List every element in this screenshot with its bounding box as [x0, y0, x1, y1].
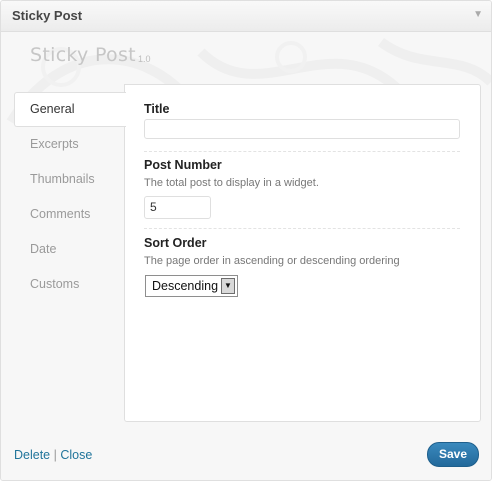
widget-box: Sticky Post ▼ Sticky Post 1.0 General Ex… — [0, 0, 492, 481]
plugin-heading: Sticky Post — [30, 44, 136, 66]
general-settings-panel: Title Post Number The total post to disp… — [124, 84, 481, 422]
divider — [144, 228, 460, 229]
link-separator: | — [53, 448, 57, 462]
save-button[interactable]: Save — [427, 442, 479, 467]
tab-comments[interactable]: Comments — [14, 197, 126, 232]
sort-order-label: Sort Order — [144, 236, 207, 250]
sort-order-select[interactable]: Descending ▼ — [145, 275, 238, 297]
plugin-version: 1.0 — [138, 54, 151, 64]
tab-general[interactable]: General — [14, 92, 126, 127]
settings-tabs: General Excerpts Thumbnails Comments Dat… — [14, 92, 126, 302]
post-number-input[interactable]: 5 — [144, 196, 211, 219]
tab-date[interactable]: Date — [14, 232, 126, 267]
widget-control-actions: Delete | Close — [14, 448, 92, 462]
sort-order-description: The page order in ascending or descendin… — [144, 255, 400, 267]
post-number-description: The total post to display in a widget. — [144, 177, 319, 189]
divider — [144, 151, 460, 152]
tab-thumbnails[interactable]: Thumbnails — [14, 162, 126, 197]
tab-customs[interactable]: Customs — [14, 267, 126, 302]
title-input[interactable] — [144, 119, 460, 139]
widget-content: Sticky Post 1.0 General Excerpts Thumbna… — [1, 32, 491, 480]
post-number-label: Post Number — [144, 158, 222, 172]
triangle-down-icon[interactable]: ▼ — [473, 9, 483, 20]
tab-excerpts[interactable]: Excerpts — [14, 127, 126, 162]
delete-link[interactable]: Delete — [14, 448, 50, 462]
chevron-down-icon[interactable]: ▼ — [221, 278, 235, 294]
sort-order-selected-value: Descending — [152, 279, 219, 293]
widget-header[interactable]: Sticky Post ▼ — [1, 1, 491, 32]
title-label: Title — [144, 102, 170, 116]
widget-title: Sticky Post — [12, 8, 83, 23]
close-link[interactable]: Close — [60, 448, 92, 462]
